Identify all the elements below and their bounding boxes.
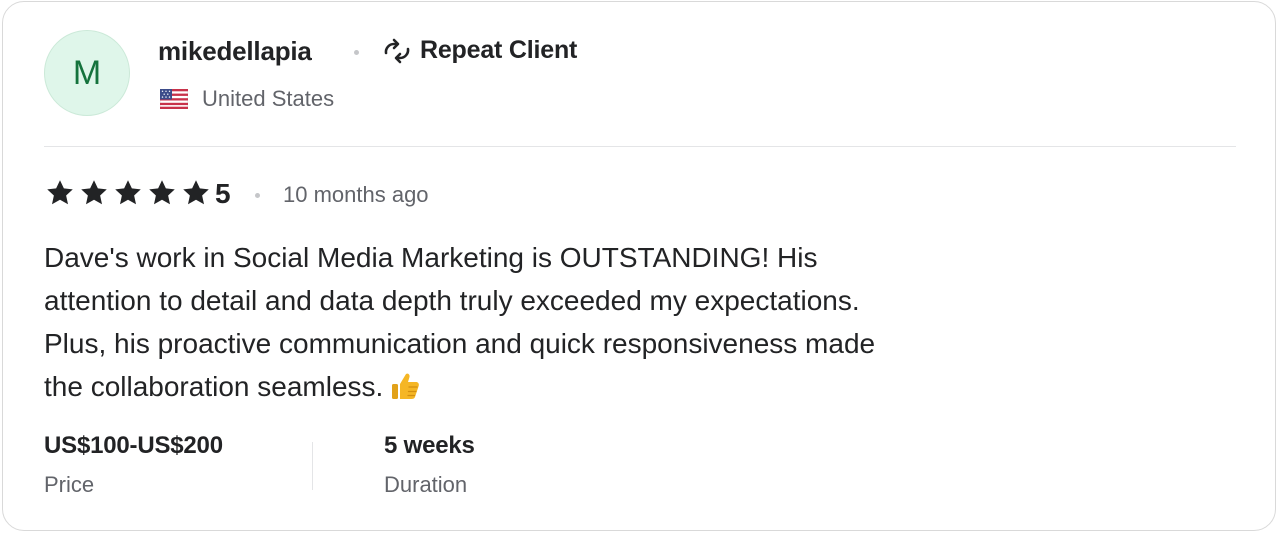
price-label: Price: [44, 472, 95, 497]
repeat-client-badge: Repeat Client: [382, 36, 577, 65]
separator-dot: [354, 50, 359, 55]
thumbs-up-icon: [392, 373, 420, 399]
country-label: United States: [202, 86, 335, 111]
reviewer-username[interactable]: mikedellapia: [158, 36, 312, 67]
duration-value: 5 weeks: [384, 432, 475, 459]
avatar[interactable]: M: [44, 30, 130, 116]
rating-value: 5: [215, 178, 231, 209]
star-icon: [115, 180, 141, 205]
us-flag-icon: [160, 89, 188, 109]
star-icon: [149, 180, 175, 205]
repeat-icon: [384, 38, 410, 63]
separator-dot: [255, 193, 260, 198]
review-time: 10 months ago: [283, 182, 429, 207]
star-icon: [81, 180, 107, 205]
header-divider: [44, 146, 1236, 147]
review-body: Dave's work in Social Media Marketing is…: [44, 236, 914, 408]
meta-divider: [312, 442, 313, 490]
repeat-client-label: Repeat Client: [420, 36, 578, 64]
star-rating: [44, 178, 212, 208]
star-icon: [183, 180, 209, 205]
reviewer-country: United States: [160, 86, 334, 112]
duration-label: Duration: [384, 472, 468, 497]
star-icon: [47, 180, 73, 205]
price-value: US$100-US$200: [44, 432, 223, 459]
review-text: Dave's work in Social Media Marketing is…: [44, 242, 876, 402]
avatar-initial: M: [72, 53, 102, 92]
